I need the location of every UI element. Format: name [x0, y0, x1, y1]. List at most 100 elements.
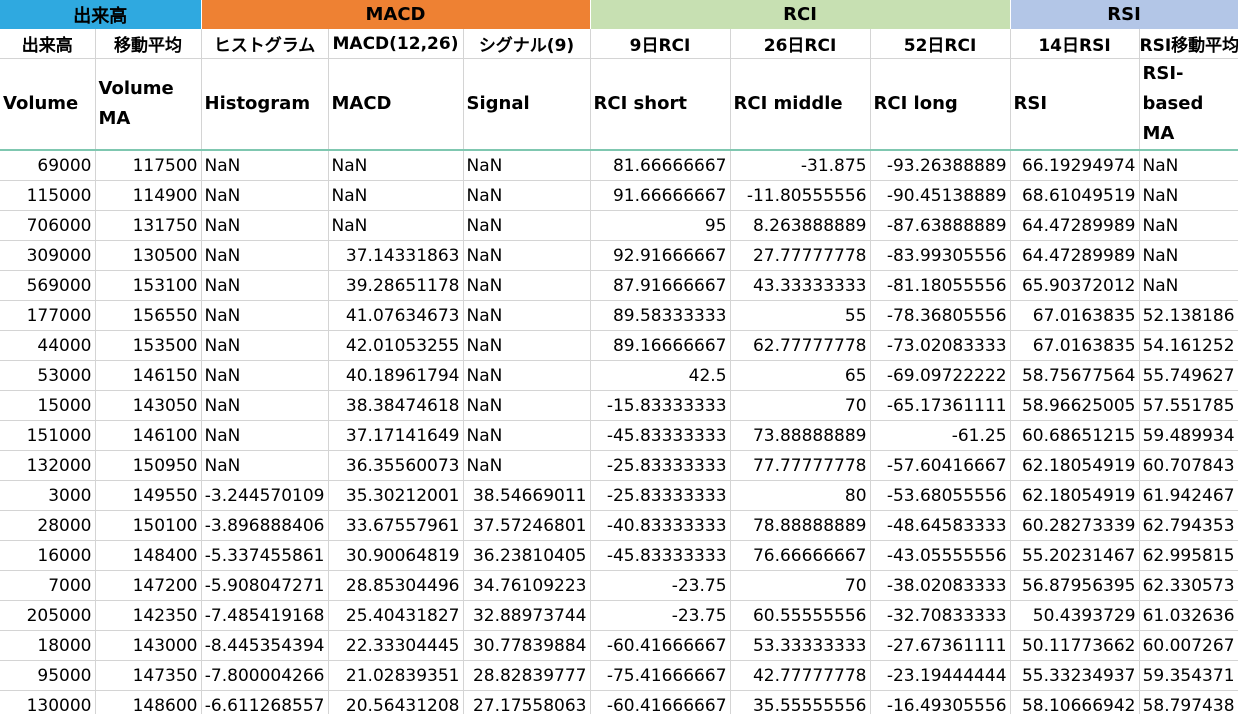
table-cell[interactable]: 132000	[0, 450, 96, 481]
table-cell[interactable]: 177000	[0, 300, 96, 331]
table-cell[interactable]: NaN	[201, 300, 329, 331]
column-name-cell[interactable]: Histogram	[201, 58, 329, 151]
table-cell[interactable]: 33.67557961	[328, 510, 464, 541]
table-cell[interactable]: -90.45138889	[870, 180, 1011, 211]
group-header-cell[interactable]: 出来高	[0, 0, 202, 29]
table-cell[interactable]: -87.63888889	[870, 210, 1011, 241]
table-cell[interactable]: 95	[590, 210, 731, 241]
table-cell[interactable]: 87.91666667	[590, 270, 731, 301]
table-cell[interactable]: 73.88888889	[730, 420, 871, 451]
table-cell[interactable]: 22.33304445	[328, 630, 464, 661]
table-cell[interactable]: 60.007267	[1139, 630, 1238, 661]
table-cell[interactable]: 50.4393729	[1010, 600, 1140, 631]
table-cell[interactable]: 149550	[95, 480, 202, 511]
table-cell[interactable]: -16.49305556	[870, 690, 1011, 714]
sub-header-cell[interactable]: 出来高	[0, 29, 96, 59]
table-cell[interactable]: 42.01053255	[328, 330, 464, 361]
table-cell[interactable]: 39.28651178	[328, 270, 464, 301]
table-cell[interactable]: 143000	[95, 630, 202, 661]
table-cell[interactable]: 56.87956395	[1010, 570, 1140, 601]
table-cell[interactable]: 76.66666667	[730, 540, 871, 571]
table-cell[interactable]: -3.244570109	[201, 480, 329, 511]
table-cell[interactable]: -6.611268557	[201, 690, 329, 714]
table-cell[interactable]: 569000	[0, 270, 96, 301]
table-cell[interactable]: NaN	[1139, 270, 1238, 301]
table-cell[interactable]: -45.83333333	[590, 540, 731, 571]
table-cell[interactable]: 143050	[95, 390, 202, 421]
table-cell[interactable]: 16000	[0, 540, 96, 571]
table-cell[interactable]: 36.35560073	[328, 450, 464, 481]
table-cell[interactable]: 309000	[0, 240, 96, 271]
table-cell[interactable]: 37.14331863	[328, 240, 464, 271]
table-cell[interactable]: -65.17361111	[870, 390, 1011, 421]
table-cell[interactable]: NaN	[201, 240, 329, 271]
table-cell[interactable]: NaN	[201, 150, 329, 181]
table-cell[interactable]: -15.83333333	[590, 390, 731, 421]
table-cell[interactable]: -69.09722222	[870, 360, 1011, 391]
table-cell[interactable]: 18000	[0, 630, 96, 661]
table-cell[interactable]: -3.896888406	[201, 510, 329, 541]
table-cell[interactable]: 62.330573	[1139, 570, 1238, 601]
table-cell[interactable]: 38.54669011	[463, 480, 591, 511]
sub-header-cell[interactable]: シグナル(9)	[463, 29, 591, 59]
table-cell[interactable]: 142350	[95, 600, 202, 631]
table-cell[interactable]: -53.68055556	[870, 480, 1011, 511]
table-cell[interactable]: -45.83333333	[590, 420, 731, 451]
sub-header-cell[interactable]: 52日RCI	[870, 29, 1011, 59]
table-cell[interactable]: 130000	[0, 690, 96, 714]
table-cell[interactable]: 44000	[0, 330, 96, 361]
table-cell[interactable]: 20.56431208	[328, 690, 464, 714]
table-cell[interactable]: -93.26388889	[870, 150, 1011, 181]
table-cell[interactable]: -27.67361111	[870, 630, 1011, 661]
table-cell[interactable]: -57.60416667	[870, 450, 1011, 481]
column-name-cell[interactable]: RSI-based MA	[1139, 58, 1238, 151]
table-cell[interactable]: 41.07634673	[328, 300, 464, 331]
column-name-cell[interactable]: Volume	[0, 58, 96, 151]
table-cell[interactable]: -32.70833333	[870, 600, 1011, 631]
table-cell[interactable]: 58.10666942	[1010, 690, 1140, 714]
table-cell[interactable]: 21.02839351	[328, 660, 464, 691]
table-cell[interactable]: 3000	[0, 480, 96, 511]
table-cell[interactable]: NaN	[463, 300, 591, 331]
table-cell[interactable]: NaN	[463, 210, 591, 241]
table-cell[interactable]: 95000	[0, 660, 96, 691]
table-cell[interactable]: NaN	[463, 360, 591, 391]
table-cell[interactable]: 55.33234937	[1010, 660, 1140, 691]
column-name-cell[interactable]: Signal	[463, 58, 591, 151]
table-cell[interactable]: NaN	[463, 270, 591, 301]
table-cell[interactable]: 55.20231467	[1010, 540, 1140, 571]
table-cell[interactable]: NaN	[463, 450, 591, 481]
table-cell[interactable]: -48.64583333	[870, 510, 1011, 541]
table-cell[interactable]: 30.90064819	[328, 540, 464, 571]
table-cell[interactable]: -60.41666667	[590, 630, 731, 661]
table-cell[interactable]: 62.18054919	[1010, 480, 1140, 511]
table-cell[interactable]: 15000	[0, 390, 96, 421]
table-cell[interactable]: NaN	[201, 180, 329, 211]
table-cell[interactable]: 117500	[95, 150, 202, 181]
table-cell[interactable]: 42.5	[590, 360, 731, 391]
table-cell[interactable]: 40.18961794	[328, 360, 464, 391]
table-cell[interactable]: NaN	[463, 150, 591, 181]
table-cell[interactable]: 131750	[95, 210, 202, 241]
table-cell[interactable]: 43.33333333	[730, 270, 871, 301]
table-cell[interactable]: NaN	[463, 390, 591, 421]
table-cell[interactable]: 147200	[95, 570, 202, 601]
table-cell[interactable]: -43.05555556	[870, 540, 1011, 571]
table-cell[interactable]: NaN	[1139, 210, 1238, 241]
table-cell[interactable]: 81.66666667	[590, 150, 731, 181]
table-cell[interactable]: NaN	[463, 180, 591, 211]
table-cell[interactable]: 60.68651215	[1010, 420, 1140, 451]
table-cell[interactable]: -38.02083333	[870, 570, 1011, 601]
table-cell[interactable]: 52.138186	[1139, 300, 1238, 331]
column-name-cell[interactable]: RCI short	[590, 58, 731, 151]
table-cell[interactable]: NaN	[463, 420, 591, 451]
table-cell[interactable]: 58.96625005	[1010, 390, 1140, 421]
table-cell[interactable]: 60.707843	[1139, 450, 1238, 481]
table-cell[interactable]: 148400	[95, 540, 202, 571]
table-cell[interactable]: NaN	[201, 210, 329, 241]
table-cell[interactable]: 36.23810405	[463, 540, 591, 571]
table-cell[interactable]: 146150	[95, 360, 202, 391]
table-cell[interactable]: -83.99305556	[870, 240, 1011, 271]
table-cell[interactable]: -78.36805556	[870, 300, 1011, 331]
table-cell[interactable]: 62.77777778	[730, 330, 871, 361]
